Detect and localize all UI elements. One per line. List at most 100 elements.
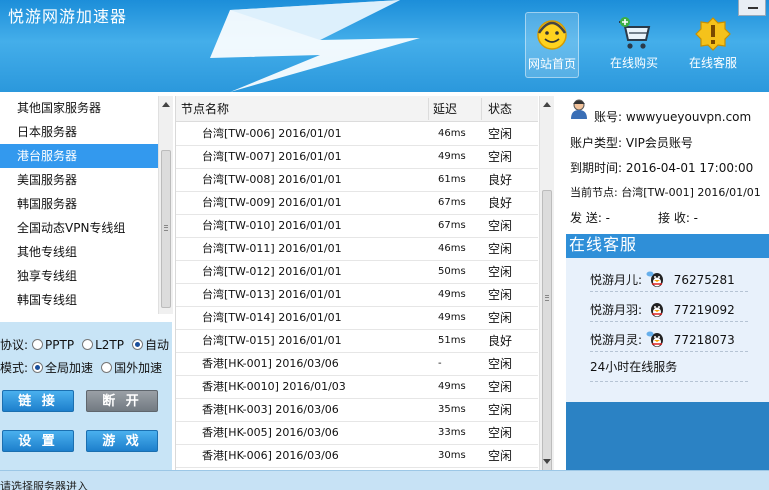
right-bottom-panel [566, 402, 769, 470]
qq-penguin-icon[interactable] [646, 270, 666, 288]
node-name-cell: 香港[HK-003] 2016/03/06 [202, 403, 339, 416]
table-row[interactable]: 台湾[TW-014] 2016/01/01 49ms 空闲 [176, 307, 538, 330]
radio-pptp[interactable] [32, 339, 44, 350]
status-cell: 空闲 [488, 219, 513, 233]
nav-home-label: 网站首页 [527, 57, 576, 71]
node-name-cell: 台湾[TW-010] 2016/01/01 [202, 219, 342, 232]
radio-pptp-label: PPTP [45, 338, 75, 352]
server-group-item[interactable]: 美国服务器 [0, 168, 158, 192]
server-group-item[interactable]: 全国动态VPN专线组 [0, 216, 158, 240]
table-row[interactable]: 香港[HK-0010] 2016/01/03 49ms 空闲 [176, 376, 538, 399]
table-row[interactable]: 台湾[TW-015] 2016/01/01 51ms 良好 [176, 330, 538, 353]
server-group-item[interactable]: 韩国服务器 [0, 192, 158, 216]
minimize-button[interactable] [738, 0, 766, 16]
grip-icon [545, 295, 549, 301]
grip-icon [164, 225, 168, 231]
mode-label: 模式: [0, 361, 29, 375]
node-name-cell: 台湾[TW-011] 2016/01/01 [202, 242, 342, 255]
scroll-thumb[interactable] [542, 190, 552, 490]
support-box: 悦游月儿: 76275281 悦游月羽: 77219092 悦游月灵: 7721… [566, 258, 769, 402]
status-bar: 请选择服务器进入 [0, 470, 769, 490]
table-row[interactable]: 香港[HK-006] 2016/03/06 30ms 空闲 [176, 445, 538, 468]
server-group-item[interactable]: 日本服务器 [0, 120, 158, 144]
account-name: 账号: wwwyueyouvpn.com [594, 110, 752, 124]
status-cell: 空闲 [488, 127, 513, 141]
table-row[interactable]: 台湾[TW-007] 2016/01/01 49ms 空闲 [176, 146, 538, 169]
latency-cell: 49ms [438, 289, 466, 300]
table-row[interactable]: 台湾[TW-009] 2016/01/01 67ms 良好 [176, 192, 538, 215]
status-cell: 空闲 [488, 449, 513, 463]
account-type: 账户类型: VIP会员账号 [570, 136, 693, 150]
scroll-up-arrow-icon[interactable] [162, 102, 170, 107]
settings-button[interactable]: 设 置 [2, 430, 74, 452]
scroll-thumb[interactable] [161, 150, 171, 308]
connect-button[interactable]: 链 接 [2, 390, 74, 412]
latency-cell: 49ms [438, 381, 466, 392]
table-row[interactable]: 台湾[TW-010] 2016/01/01 67ms 空闲 [176, 215, 538, 238]
node-name-cell: 台湾[TW-012] 2016/01/01 [202, 265, 342, 278]
status-cell: 空闲 [488, 288, 513, 302]
current-node: 当前节点: 台湾[TW-001] 2016/01/01 [570, 186, 761, 199]
title-bar: 悦游网游加速器 网站首页 在线购买 在线客服 [0, 0, 769, 92]
column-divider [481, 98, 482, 120]
server-list-scrollbar[interactable] [158, 96, 173, 314]
contact-qq: 77218073 [673, 333, 735, 347]
server-group-list: 其他国家服务器 日本服务器 港台服务器 美国服务器 韩国服务器 全国动态VPN专… [0, 96, 158, 314]
header-latency[interactable]: 延迟 [433, 96, 457, 122]
nav-home[interactable]: 网站首页 [525, 12, 579, 78]
node-name-cell: 台湾[TW-007] 2016/01/01 [202, 150, 342, 163]
latency-cell: 51ms [438, 335, 466, 346]
table-row[interactable]: 台湾[TW-013] 2016/01/01 49ms 空闲 [176, 284, 538, 307]
disconnect-button[interactable]: 断 开 [86, 390, 158, 412]
node-name-cell: 台湾[TW-015] 2016/01/01 [202, 334, 342, 347]
node-table-scrollbar[interactable] [539, 96, 554, 490]
server-group-item[interactable]: 独享专线组 [0, 264, 158, 288]
node-name-cell: 香港[HK-006] 2016/03/06 [202, 449, 339, 462]
radio-overseas[interactable] [101, 362, 113, 373]
table-row[interactable]: 香港[HK-001] 2016/03/06 - 空闲 [176, 353, 538, 376]
latency-cell: 61ms [438, 174, 466, 185]
table-row[interactable]: 香港[HK-005] 2016/03/06 33ms 空闲 [176, 422, 538, 445]
table-row[interactable]: 台湾[TW-008] 2016/01/01 61ms 良好 [176, 169, 538, 192]
nav-service-label: 在线客服 [688, 56, 737, 70]
radio-auto-label: 自动 [144, 338, 169, 352]
table-row[interactable]: 台湾[TW-012] 2016/01/01 50ms 空闲 [176, 261, 538, 284]
radio-l2tp[interactable] [82, 339, 94, 350]
nav-buy-label: 在线购买 [609, 56, 658, 70]
protocol-row: 协议: PPTP L2TP 自动 [0, 336, 169, 353]
status-cell: 空闲 [488, 311, 513, 325]
node-table: 节点名称 延迟 状态 台湾[TW-006] 2016/01/01 46ms 空闲 台湾… [175, 96, 555, 470]
send-stat: 发 送: - [570, 211, 611, 225]
qq-penguin-icon[interactable] [646, 300, 666, 318]
nav-service[interactable]: 在线客服 [684, 12, 742, 78]
table-row[interactable]: 台湾[TW-011] 2016/01/01 46ms 空闲 [176, 238, 538, 261]
status-text: 请选择服务器进入 [0, 480, 88, 490]
header-status[interactable]: 状态 [488, 96, 512, 122]
header-name[interactable]: 节点名称 [181, 96, 229, 122]
server-group-item[interactable]: 韩国专线组 [0, 288, 158, 312]
radio-auto[interactable] [131, 339, 143, 350]
games-button[interactable]: 游 戏 [86, 430, 158, 452]
server-group-item[interactable]: 其他国家服务器 [0, 96, 158, 120]
support-contact[interactable]: 悦游月羽: 77219092 [590, 300, 748, 322]
scroll-down-arrow-icon[interactable] [543, 459, 551, 464]
support-contact[interactable]: 悦游月儿: 76275281 [590, 270, 748, 292]
node-name-cell: 台湾[TW-006] 2016/01/01 [202, 127, 342, 140]
server-group-item-selected[interactable]: 港台服务器 [0, 144, 158, 168]
nav-buy[interactable]: 在线购买 [604, 12, 664, 78]
contact-name: 悦游月儿: [590, 273, 643, 287]
node-name-cell: 香港[HK-001] 2016/03/06 [202, 357, 339, 370]
latency-cell: 49ms [438, 312, 466, 323]
qq-penguin-icon[interactable] [646, 330, 666, 348]
radio-global[interactable] [32, 362, 44, 373]
scroll-up-arrow-icon[interactable] [543, 102, 551, 107]
support-contact[interactable]: 悦游月灵: 77218073 [590, 330, 748, 352]
status-cell: 良好 [488, 196, 513, 210]
latency-cell: 50ms [438, 266, 466, 277]
table-row[interactable]: 香港[HK-003] 2016/03/06 35ms 空闲 [176, 399, 538, 422]
server-group-item[interactable]: 其他专线组 [0, 240, 158, 264]
table-row[interactable]: 台湾[TW-006] 2016/01/01 46ms 空闲 [176, 123, 538, 146]
contact-name: 悦游月羽: [590, 303, 643, 317]
contact-qq: 77219092 [673, 303, 735, 317]
node-name-cell: 台湾[TW-009] 2016/01/01 [202, 196, 342, 209]
